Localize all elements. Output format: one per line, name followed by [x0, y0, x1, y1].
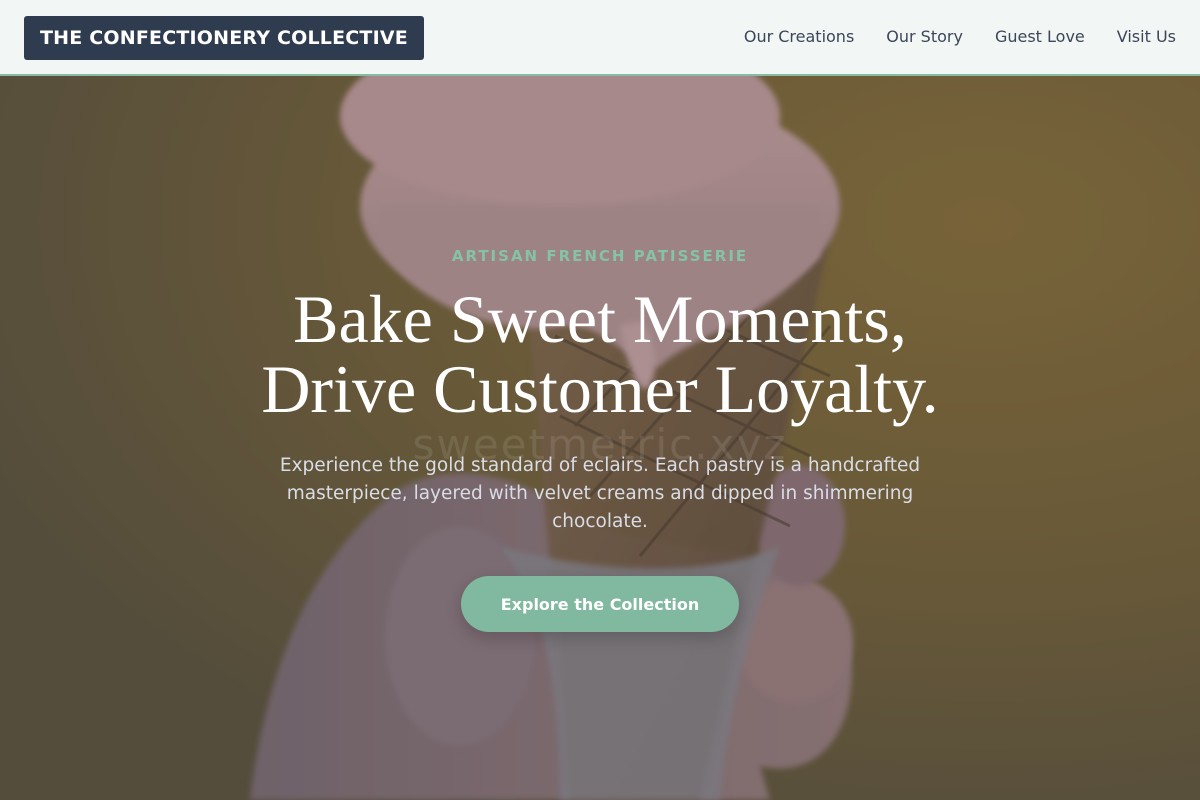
hero-content: ARTISAN FRENCH PATISSERIE sweetmetric.xy… [0, 76, 1200, 800]
hero-headline-line-1: Bake Sweet Moments, [293, 281, 907, 357]
site-header: THE CONFECTIONERY COLLECTIVE Our Creatio… [0, 0, 1200, 76]
main-nav: Our Creations Our Story Guest Love Visit… [744, 26, 1176, 48]
nav-link-our-story[interactable]: Our Story [886, 26, 963, 48]
nav-link-visit-us[interactable]: Visit Us [1117, 26, 1176, 48]
hero-eyebrow: ARTISAN FRENCH PATISSERIE [451, 247, 749, 265]
hero-section: ARTISAN FRENCH PATISSERIE sweetmetric.xy… [0, 76, 1200, 800]
nav-link-our-creations[interactable]: Our Creations [744, 26, 854, 48]
hero-headline: Bake Sweet Moments, Drive Customer Loyal… [100, 284, 1100, 424]
nav-link-guest-love[interactable]: Guest Love [995, 26, 1085, 48]
hero-subtext: Experience the gold standard of eclairs.… [279, 455, 921, 532]
explore-collection-button[interactable]: Explore the Collection [461, 576, 739, 632]
hero-headline-line-2: Drive Customer Loyalty. [261, 351, 939, 427]
brand-logo[interactable]: THE CONFECTIONERY COLLECTIVE [24, 16, 424, 60]
